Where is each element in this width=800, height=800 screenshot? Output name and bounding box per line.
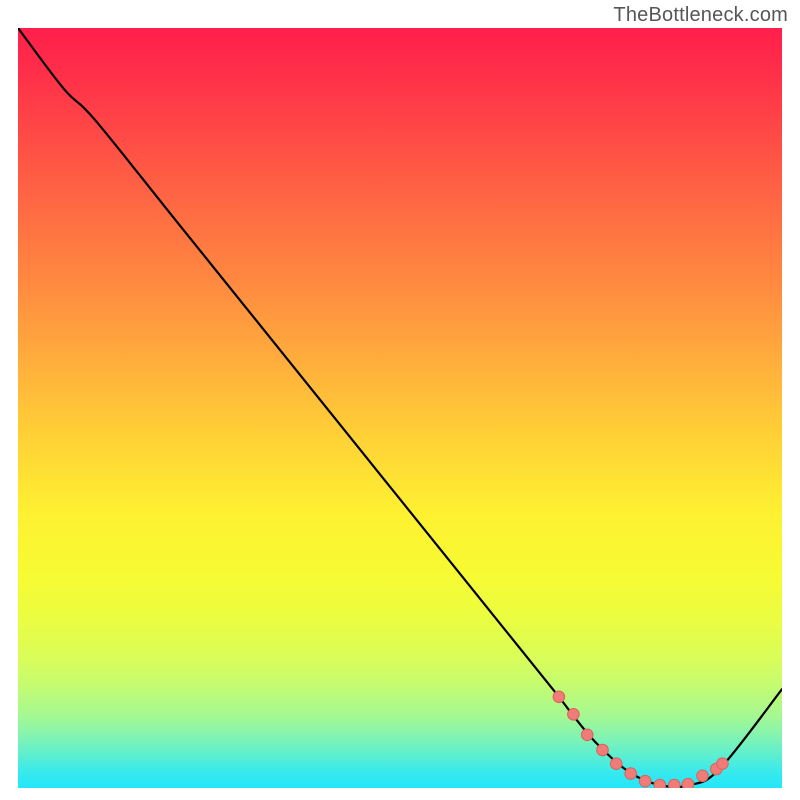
marker-dot <box>597 744 609 756</box>
marker-dot <box>717 758 729 770</box>
plot-svg <box>18 28 782 788</box>
marker-dot <box>682 778 694 788</box>
marker-dot <box>625 768 637 780</box>
marker-dot <box>568 709 580 721</box>
marker-dot <box>639 775 651 787</box>
chart-root: TheBottleneck.com <box>0 0 800 800</box>
attribution-label: TheBottleneck.com <box>613 4 788 27</box>
marker-dot <box>669 779 681 788</box>
marker-dot <box>581 729 593 741</box>
marker-dot <box>610 758 622 770</box>
marker-dot <box>553 691 565 703</box>
marker-dot <box>654 779 666 788</box>
bottleneck-curve <box>18 28 782 787</box>
plot-area <box>18 28 782 788</box>
marker-dot <box>697 770 709 782</box>
marker-group <box>553 691 728 788</box>
